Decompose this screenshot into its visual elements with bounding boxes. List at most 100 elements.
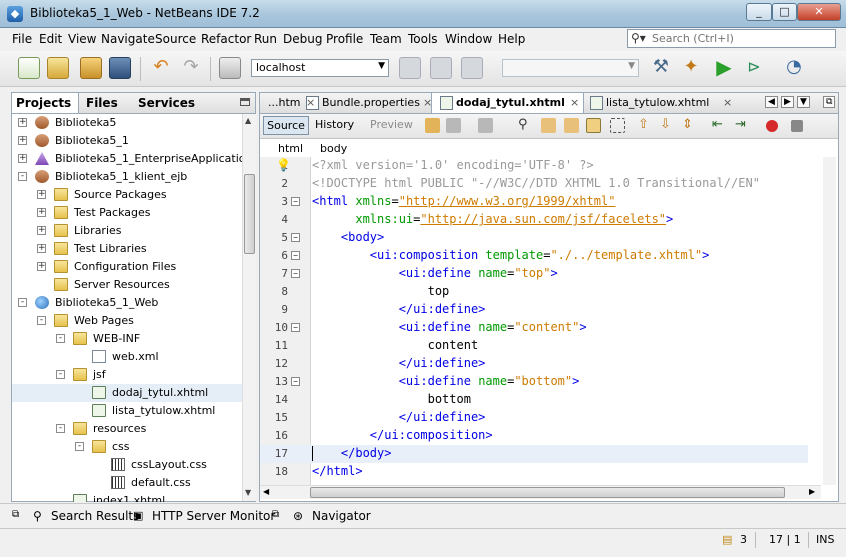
code-line[interactable]: 5− <body> [260, 229, 808, 247]
previous-bookmark-icon[interactable]: ⇧ [638, 118, 653, 133]
tab-document[interactable]: ...htm [268, 96, 301, 109]
open-project-icon[interactable] [80, 57, 102, 79]
toggle-highlight-icon[interactable] [586, 118, 601, 133]
code-line[interactable]: 1 💡 <?xml version='1.0' encoding='UTF-8' ?… [260, 157, 808, 175]
tree-node[interactable]: - Biblioteka5_1_klient_ejb [12, 168, 242, 186]
menu-edit[interactable]: Edit [39, 32, 62, 46]
show-opened-documents-icon[interactable]: ▼ [797, 96, 810, 108]
save-all-icon[interactable] [109, 57, 131, 79]
fold-icon[interactable]: − [291, 251, 300, 260]
tree-node[interactable]: default.css [12, 474, 242, 492]
close-button[interactable]: ✕ [797, 3, 841, 21]
tab-document[interactable]: dodaj_tytul.xhtml [456, 96, 565, 109]
expand-icon[interactable]: + [37, 226, 46, 235]
tree-node[interactable]: + Biblioteka5_1_EnterpriseApplication [12, 150, 242, 168]
scroll-down-icon[interactable]: ▼ [245, 488, 251, 497]
tree-node[interactable]: Server Resources [12, 276, 242, 294]
breadcrumb-html[interactable]: html [278, 142, 303, 155]
search-results-button[interactable]: Search Results [51, 509, 139, 523]
menu-source[interactable]: Source [155, 32, 196, 46]
hammer-icon[interactable]: ⚒ [650, 57, 672, 79]
collapse-icon[interactable]: - [56, 334, 65, 343]
next-bookmark-icon[interactable]: ⇩ [660, 118, 675, 133]
target-select[interactable]: ▼ [502, 59, 639, 77]
preview-view-button[interactable]: Preview [370, 118, 413, 131]
menu-navigate[interactable]: Navigate [101, 32, 155, 46]
profile-icon[interactable]: ◔ [783, 57, 805, 79]
tree-node[interactable]: + Biblioteka5 [12, 114, 242, 132]
tree-node[interactable]: + Libraries [12, 222, 242, 240]
code-line[interactable]: 17 </body> [260, 445, 808, 463]
shift-left-icon[interactable]: ⇤ [712, 118, 727, 133]
scroll-tabs-right-icon[interactable]: ▶ [781, 96, 794, 108]
fold-icon[interactable]: − [291, 323, 300, 332]
minimize-panel-icon[interactable] [240, 98, 250, 106]
expand-icon[interactable]: + [37, 244, 46, 253]
maximize-button[interactable]: □ [772, 3, 797, 21]
fold-icon[interactable]: − [291, 197, 300, 206]
collapse-icon[interactable]: - [56, 370, 65, 379]
code-line[interactable]: 4 xmlns:ui="http://java.sun.com/jsf/face… [260, 211, 808, 229]
code-line[interactable]: 16 </ui:composition> [260, 427, 808, 445]
back-icon[interactable] [446, 118, 461, 133]
start-macro-icon[interactable] [766, 120, 778, 132]
tree-node[interactable]: - Biblioteka5_1_Web [12, 294, 242, 312]
code-line[interactable]: 12 </ui:define> [260, 355, 808, 373]
code-line[interactable]: 18 </html> [260, 463, 808, 481]
clean-build-icon[interactable] [430, 57, 452, 79]
fold-icon[interactable]: − [291, 269, 300, 278]
tree-node[interactable]: - css [12, 438, 242, 456]
code-line[interactable]: 8 top [260, 283, 808, 301]
redo-icon[interactable]: ↷ [180, 57, 202, 79]
http-server-monitor-button[interactable]: HTTP Server Monitor [152, 509, 275, 523]
code-line[interactable]: 13− <ui:define name="bottom"> [260, 373, 808, 391]
code-line[interactable]: 6− <ui:composition template="./../templa… [260, 247, 808, 265]
expand-icon[interactable]: + [18, 136, 27, 145]
tree-node[interactable]: + Source Packages [12, 186, 242, 204]
code-line[interactable]: 3− <html xmlns="http://www.w3.org/1999/xh… [260, 193, 808, 211]
collapse-icon[interactable]: - [37, 316, 46, 325]
fold-icon[interactable]: − [291, 377, 300, 386]
code-line[interactable]: 11 content [260, 337, 808, 355]
expand-icon[interactable]: + [37, 190, 46, 199]
tab-document[interactable]: lista_tytulow.xhtml [606, 96, 709, 109]
clean-and-build-icon[interactable]: ✦ [680, 57, 702, 79]
collapse-icon[interactable]: - [75, 442, 84, 451]
maximize-window-icon[interactable]: ⧉ [823, 96, 836, 108]
close-tab-icon[interactable]: × [423, 96, 432, 109]
collapse-icon[interactable]: - [18, 298, 27, 307]
tree-node[interactable]: + Biblioteka5_1 [12, 132, 242, 150]
code-line[interactable]: 2 <!DOCTYPE html PUBLIC "-//W3C//DTD XHTM… [260, 175, 808, 193]
tab-files[interactable]: Files [86, 96, 118, 110]
monitor-icon[interactable] [219, 57, 241, 79]
fold-icon[interactable]: − [291, 233, 300, 242]
scroll-thumb[interactable] [244, 174, 255, 254]
deploy-icon[interactable] [461, 57, 483, 79]
tree-node[interactable]: index1.xhtml [12, 492, 242, 502]
menu-file[interactable]: File [12, 32, 32, 46]
tasks-icon[interactable]: ▤ [722, 533, 732, 546]
expand-icon[interactable]: + [37, 262, 46, 271]
menu-view[interactable]: View [68, 32, 96, 46]
hint-bulb-icon[interactable]: 💡 [276, 158, 291, 172]
tree-node[interactable]: dodaj_tytul.xhtml [12, 384, 242, 402]
tab-services[interactable]: Services [138, 96, 195, 110]
menu-help[interactable]: Help [498, 32, 525, 46]
tree-scrollbar[interactable]: ▲ ▼ [242, 114, 256, 501]
editor-horizontal-scrollbar[interactable]: ◀ ▶ [260, 485, 821, 499]
tab-projects[interactable]: Projects [16, 96, 71, 110]
breadcrumb-body[interactable]: body [320, 142, 347, 155]
tab-document[interactable]: Bundle.properties [322, 96, 420, 109]
menu-debug[interactable]: Debug [283, 32, 322, 46]
tree-node[interactable]: cssLayout.css [12, 456, 242, 474]
debug-icon[interactable]: ⊳ [743, 57, 765, 79]
last-edit-icon[interactable] [425, 118, 440, 133]
config-select[interactable]: localhost ▼ [251, 59, 389, 77]
tree-node[interactable]: + Configuration Files [12, 258, 242, 276]
code-line[interactable]: 9 </ui:define> [260, 301, 808, 319]
restore-icon[interactable]: ⧉ [12, 509, 19, 520]
tree-node[interactable]: web.xml [12, 348, 242, 366]
tree-node[interactable]: lista_tytulow.xhtml [12, 402, 242, 420]
undo-icon[interactable]: ↶ [150, 57, 172, 79]
tree-node[interactable]: + Test Packages [12, 204, 242, 222]
